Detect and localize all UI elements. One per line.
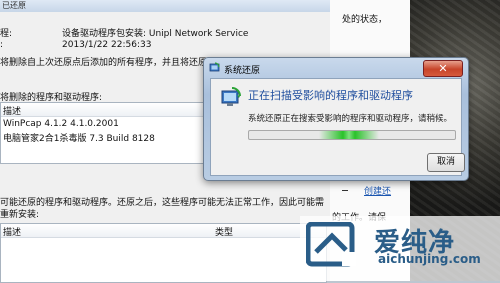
column-description[interactable]: 描述: [3, 225, 21, 238]
system-restore-icon: [209, 62, 220, 72]
list-item[interactable]: 电脑管家2合1杀毒版 7.3 Build 8128: [3, 131, 155, 144]
doc-text: 处的状态，: [342, 15, 388, 25]
close-button[interactable]: ✕: [423, 60, 463, 77]
restore-point-row: 程: 设备驱动程序包安装: Unipl Network Service: [0, 29, 249, 39]
system-restore-icon: [221, 87, 241, 106]
restored-section-text: 可能还原的程序和驱动程序。还原之后，这些程序可能无法正常工作，因此可能需: [0, 198, 325, 208]
cancel-button[interactable]: 取消: [427, 153, 465, 172]
restored-programs-list[interactable]: 描述 类型: [0, 223, 327, 283]
column-description[interactable]: 描述: [3, 104, 21, 117]
watermark-logo-icon: [306, 222, 356, 267]
column-type[interactable]: 类型: [215, 225, 233, 238]
system-restore-dialog: 系统还原 ✕ 正在扫描受影响的程序和驱动程序 系统还原正在搜索受影响的程序和驱动…: [203, 57, 469, 181]
window-title: 已还原: [2, 1, 26, 10]
list-item[interactable]: WinPcap 4.1.2 4.1.0.2001: [3, 119, 119, 129]
watermark-brand-en: aichunjing.com: [378, 252, 481, 266]
restored-section-text-2: 重新安装:: [0, 210, 40, 220]
dialog-body: 正在扫描受影响的程序和驱动程序 系统还原正在搜索受影响的程序和驱动程序，请稍候。…: [210, 78, 465, 176]
scan-heading: 正在扫描受影响的程序和驱动程序: [248, 89, 413, 102]
scan-subtext: 系统还原正在搜索受影响的程序和驱动程序，请稍候。: [248, 114, 453, 124]
dialog-title: 系统还原: [224, 66, 261, 76]
checkbox-icon: [342, 184, 348, 191]
create-link[interactable]: 创建还: [364, 184, 391, 197]
progress-fill: [319, 131, 379, 139]
window-titlebar: 已还原: [0, 0, 330, 12]
progress-bar: [248, 130, 456, 140]
description-text: 将删除自上次还原点后添加的所有程序，并且将还原已删: [0, 58, 226, 68]
list-header: 描述 类型: [1, 224, 326, 238]
date-row: : 2013/1/22 22:56:33: [0, 40, 152, 50]
